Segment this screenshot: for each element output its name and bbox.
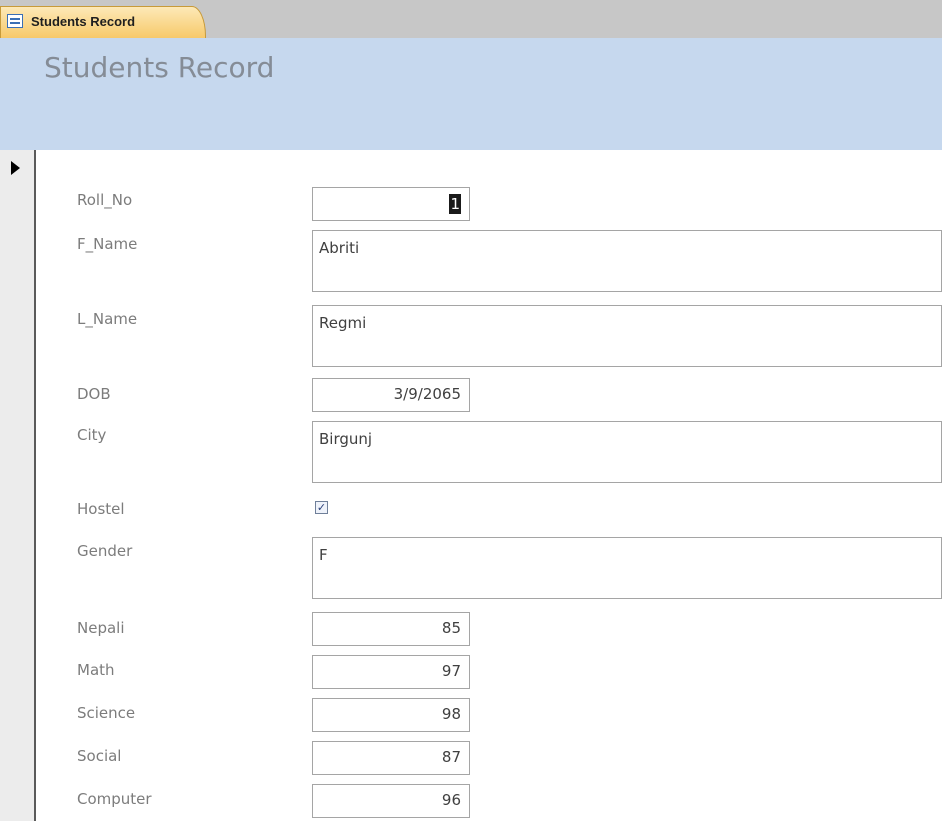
dob-field[interactable]: 3/9/2065 xyxy=(312,378,470,412)
form-icon xyxy=(7,14,23,28)
city-label: City xyxy=(77,426,107,444)
city-field[interactable]: Birgunj xyxy=(312,421,942,483)
social-field[interactable]: 87 xyxy=(312,741,470,775)
form-detail-section: Roll_No 1 F_Name Abriti L_Name Regmi DOB… xyxy=(36,150,942,821)
form-header: Students Record xyxy=(0,38,942,150)
l-name-field[interactable]: Regmi xyxy=(312,305,942,367)
current-record-pointer-icon xyxy=(11,161,20,175)
social-label: Social xyxy=(77,747,122,765)
math-field[interactable]: 97 xyxy=(312,655,470,689)
computer-field[interactable]: 96 xyxy=(312,784,470,818)
gender-field[interactable]: F xyxy=(312,537,942,599)
form-title: Students Record xyxy=(44,51,275,84)
dob-label: DOB xyxy=(77,385,111,403)
roll-no-value: 1 xyxy=(449,194,461,214)
tab-label: Students Record xyxy=(31,14,136,29)
roll-no-label: Roll_No xyxy=(77,191,133,209)
f-name-field[interactable]: Abriti xyxy=(312,230,942,292)
nepali-label: Nepali xyxy=(77,619,125,637)
science-label: Science xyxy=(77,704,136,722)
roll-no-field[interactable]: 1 xyxy=(312,187,470,221)
record-selector-bar[interactable] xyxy=(0,150,36,821)
math-label: Math xyxy=(77,661,115,679)
gender-label: Gender xyxy=(77,542,133,560)
science-field[interactable]: 98 xyxy=(312,698,470,732)
document-tab-strip: Students Record xyxy=(0,0,942,39)
computer-label: Computer xyxy=(77,790,152,808)
hostel-checkbox[interactable]: ✓ xyxy=(315,501,328,514)
tab-students-record[interactable]: Students Record xyxy=(0,6,206,38)
l-name-label: L_Name xyxy=(77,310,138,328)
hostel-label: Hostel xyxy=(77,500,125,518)
nepali-field[interactable]: 85 xyxy=(312,612,470,646)
f-name-label: F_Name xyxy=(77,235,138,253)
